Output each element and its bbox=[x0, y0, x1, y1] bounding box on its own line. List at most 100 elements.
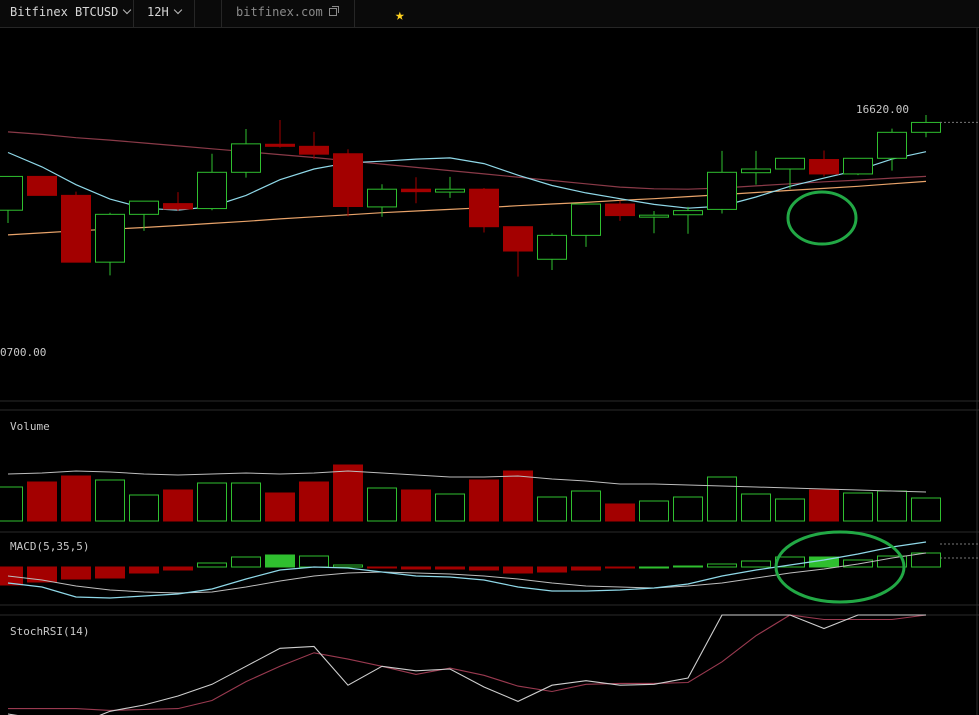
candle bbox=[333, 149, 363, 217]
candle bbox=[605, 200, 635, 221]
volume-bar bbox=[741, 493, 771, 522]
macd-histogram-bar bbox=[163, 566, 193, 571]
site-label: bitfinex.com bbox=[236, 5, 323, 19]
candle-body bbox=[231, 143, 261, 173]
candle bbox=[231, 129, 261, 178]
candle-body bbox=[163, 203, 193, 210]
volume-bar bbox=[265, 492, 295, 522]
stochrsi-lines bbox=[7, 614, 927, 715]
macd-title: MACD(5,35,5) bbox=[10, 540, 89, 553]
volume-bar bbox=[231, 482, 261, 522]
candle-body bbox=[503, 226, 533, 252]
candle bbox=[95, 212, 125, 276]
macd-histogram-bar bbox=[401, 566, 431, 570]
candle bbox=[197, 153, 227, 211]
macd-histogram-bar bbox=[435, 566, 465, 570]
volume-bar bbox=[333, 464, 363, 522]
candle-body bbox=[367, 188, 397, 208]
candle bbox=[503, 226, 533, 277]
volume-moving-average bbox=[7, 470, 927, 493]
volume-bar bbox=[707, 476, 737, 522]
symbol-selector[interactable]: Bitfinex BTCUSD bbox=[0, 0, 134, 27]
candle-body bbox=[707, 171, 737, 210]
symbol-label: Bitfinex BTCUSD bbox=[10, 5, 119, 19]
candle-body bbox=[911, 121, 941, 133]
volume-bar bbox=[571, 490, 601, 522]
candle bbox=[707, 150, 737, 214]
candle bbox=[673, 206, 703, 234]
candle bbox=[299, 131, 329, 160]
candle-body bbox=[775, 157, 805, 170]
candle-body bbox=[401, 188, 431, 193]
chevron-down-icon bbox=[173, 5, 182, 15]
volume-bar bbox=[129, 494, 159, 522]
volume-bar bbox=[61, 475, 91, 522]
volume-bar bbox=[809, 489, 839, 522]
star-icon: ★ bbox=[395, 5, 405, 24]
candle bbox=[0, 175, 23, 223]
macd-histogram-bar bbox=[367, 566, 397, 569]
macd-histogram-bar bbox=[741, 560, 771, 568]
volume-bar bbox=[27, 481, 57, 522]
external-link-icon bbox=[328, 6, 339, 16]
candle-body bbox=[197, 171, 227, 210]
candle-body bbox=[0, 175, 23, 211]
chart-canvas[interactable]: 16620.00 0700.00 Volume MACD(5,35,5) Sto… bbox=[0, 27, 979, 715]
candle-body bbox=[843, 157, 873, 175]
candle bbox=[163, 192, 193, 212]
candle bbox=[469, 187, 499, 233]
candle bbox=[843, 157, 873, 176]
macd-histogram-bar bbox=[673, 565, 703, 568]
candle-body bbox=[129, 200, 159, 215]
volume-bar bbox=[299, 481, 329, 522]
volume-bar bbox=[197, 482, 227, 522]
macd-histogram-bar bbox=[537, 566, 567, 573]
candle-body bbox=[605, 203, 635, 217]
candle-body bbox=[741, 168, 771, 174]
candle-body bbox=[877, 131, 907, 159]
interval-selector[interactable]: 12H bbox=[134, 0, 195, 27]
candle bbox=[401, 177, 431, 204]
interval-label: 12H bbox=[147, 5, 169, 19]
volume-bar bbox=[95, 479, 125, 522]
candle bbox=[911, 115, 941, 138]
volume-title: Volume bbox=[10, 420, 50, 433]
macd-histogram-bar bbox=[95, 566, 125, 579]
candle-body bbox=[265, 143, 295, 147]
chevron-down-icon bbox=[123, 5, 132, 15]
stochrsi-d-line bbox=[8, 614, 927, 711]
macd-histogram-bar bbox=[299, 555, 329, 568]
volume-bar bbox=[435, 493, 465, 522]
macd-histogram-bar bbox=[469, 566, 499, 571]
volume-bar bbox=[401, 489, 431, 522]
volume-bar bbox=[0, 486, 23, 522]
price-candles bbox=[0, 115, 941, 277]
macd-histogram-bar bbox=[265, 554, 295, 568]
volume-bar bbox=[639, 500, 669, 522]
volume-bar bbox=[877, 490, 907, 522]
candle-body bbox=[639, 214, 669, 218]
volume-bar bbox=[605, 503, 635, 522]
stochrsi-title: StochRSI(14) bbox=[10, 625, 89, 638]
macd-histogram-bar bbox=[503, 566, 533, 574]
annotation-circle-price bbox=[786, 190, 858, 246]
favorite-button[interactable]: ★ bbox=[195, 0, 405, 27]
macd-histogram-bar bbox=[197, 562, 227, 568]
candle-body bbox=[95, 213, 125, 263]
site-link[interactable]: bitfinex.com bbox=[222, 0, 355, 27]
macd-histogram-bar bbox=[707, 563, 737, 568]
candle bbox=[27, 175, 57, 196]
candle-body bbox=[333, 153, 363, 208]
volume-bar bbox=[367, 487, 397, 522]
candle bbox=[639, 211, 669, 234]
candle bbox=[61, 191, 91, 263]
volume-bar bbox=[911, 497, 941, 522]
macd-histogram bbox=[0, 552, 941, 586]
candle bbox=[265, 119, 295, 148]
volume-bar bbox=[775, 498, 805, 522]
candle bbox=[809, 150, 839, 177]
macd-histogram-bar bbox=[571, 566, 601, 571]
macd-histogram-bar bbox=[61, 566, 91, 580]
volume-bar bbox=[163, 489, 193, 522]
volume-bar bbox=[537, 496, 567, 522]
